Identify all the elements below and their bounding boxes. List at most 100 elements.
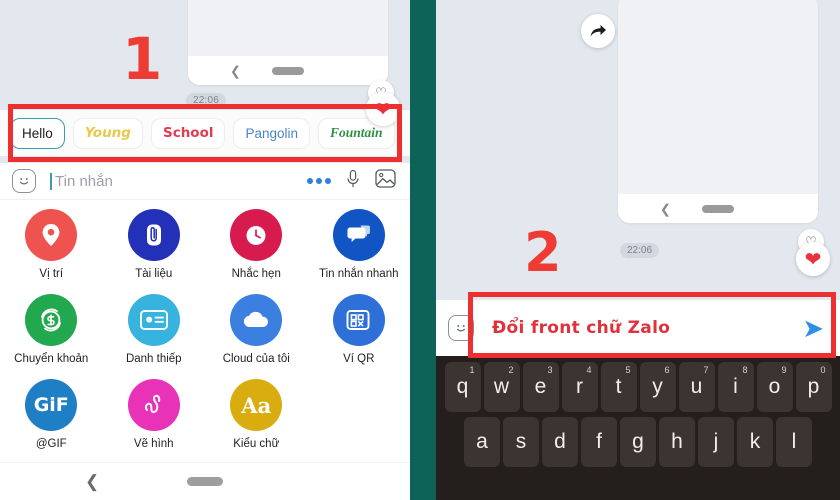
app-item-nhac-hen[interactable]: Nhắc hẹn [205, 204, 308, 289]
screenshot-root: ❮ 22:06 ♡ ❤ 1 Hello Young School Pangoli… [0, 0, 840, 500]
key-k[interactable]: k [737, 417, 773, 467]
key-label: y [652, 375, 663, 398]
font-chip-label: Hello [22, 125, 53, 141]
heart-filled-icon[interactable]: ❤ [366, 92, 400, 126]
app-item-vi-tri[interactable]: Vị trí [0, 204, 103, 289]
emoji-smiley-icon[interactable] [448, 315, 474, 341]
key-label: q [456, 375, 469, 398]
key-d[interactable]: d [542, 417, 578, 467]
font-chip-label: Young [84, 125, 131, 141]
app-item-vi-qr[interactable]: Ví QR [308, 289, 411, 374]
key-h[interactable]: h [659, 417, 695, 467]
input-bar-icons [307, 169, 396, 194]
key-label: o [768, 375, 781, 398]
annotation-marker-1: 1 [122, 25, 163, 93]
microphone-icon[interactable] [346, 169, 360, 194]
key-superscript: 1 [469, 365, 475, 375]
app-item-label: Cloud của tôi [222, 353, 290, 365]
app-item-tin-nhan-nhanh[interactable]: Tin nhắn nhanh [308, 204, 411, 289]
key-g[interactable]: g [620, 417, 656, 467]
key-o[interactable]: 9o [756, 362, 793, 412]
font-chip-hello[interactable]: Hello [10, 117, 65, 149]
send-arrow-icon[interactable]: ➤ [802, 315, 824, 341]
font-chip-strip: Hello Young School Pangolin Fountain [0, 110, 410, 156]
attachment-app-grid: Vị trí Tài liệu Nhắc hẹn Tin nhắn nhanh … [0, 200, 410, 462]
emoji-smiley-icon[interactable] [12, 169, 36, 193]
message-input-placeholder[interactable]: Tin nhắn [55, 173, 307, 190]
message-input-text[interactable]: Đổi front chữ Zalo [492, 318, 802, 338]
chevron-left-icon: ❮ [230, 63, 241, 78]
key-label: s [515, 430, 527, 453]
key-label: p [807, 375, 820, 398]
key-superscript: 0 [820, 365, 826, 375]
app-item-gif[interactable]: GiF @GIF [0, 374, 103, 459]
app-item-kieu-chu[interactable]: Aa Kiểu chữ [205, 374, 308, 459]
app-item-label: Ví QR [343, 353, 375, 365]
key-f[interactable]: f [581, 417, 617, 467]
font-chip-young[interactable]: Young [72, 117, 143, 149]
key-t[interactable]: 5t [600, 362, 637, 412]
key-r[interactable]: 4r [561, 362, 598, 412]
app-item-label: Vị trí [39, 268, 64, 280]
font-chip-pangolin[interactable]: Pangolin [233, 117, 311, 149]
app-item-label: Vẽ hình [133, 438, 174, 450]
left-image-message-bubble[interactable]: ❮ [188, 0, 388, 85]
key-label: e [534, 375, 547, 398]
left-message-timestamp: 22:06 [186, 93, 227, 108]
app-item-label: Danh thiếp [125, 353, 182, 365]
key-a[interactable]: a [464, 417, 500, 467]
right-image-message-bubble[interactable]: ❮ [618, 0, 818, 223]
image-picker-icon[interactable] [375, 169, 396, 193]
key-label: w [493, 375, 510, 398]
clock-reminder-icon [230, 209, 283, 261]
font-style-icon: Aa [230, 379, 283, 431]
home-pill-icon[interactable] [187, 477, 223, 486]
font-chip-school[interactable]: School [150, 117, 226, 149]
left-system-nav-bar: ❮ [0, 462, 410, 500]
qr-wallet-icon [332, 294, 385, 346]
key-label: f [596, 430, 602, 453]
key-superscript: 4 [586, 365, 592, 375]
font-chip-label: Fountain [330, 125, 383, 140]
key-superscript: 7 [703, 365, 709, 375]
cloud-icon [230, 294, 283, 346]
gif-icon: GiF [25, 379, 78, 431]
location-pin-icon [25, 209, 78, 261]
key-superscript: 5 [625, 365, 631, 375]
forward-arrow-icon[interactable] [581, 14, 615, 48]
app-item-empty [308, 374, 411, 459]
key-e[interactable]: 3e [522, 362, 559, 412]
more-dots-icon[interactable] [307, 178, 331, 184]
contact-card-icon [127, 294, 180, 346]
key-j[interactable]: j [698, 417, 734, 467]
app-item-chuyen-khoan[interactable]: Chuyển khoản [0, 289, 103, 374]
right-thumb-image [618, 0, 818, 194]
key-l[interactable]: l [776, 417, 812, 467]
text-caret [50, 172, 52, 190]
chevron-left-icon[interactable]: ❮ [85, 472, 99, 492]
app-item-tai-lieu[interactable]: Tài liệu [103, 204, 206, 289]
app-item-label: @GIF [35, 438, 67, 450]
paperclip-icon [127, 209, 180, 261]
key-i[interactable]: 8i [717, 362, 754, 412]
right-phone-panel: ❮ 22:06 ♡ ❤ 2 Đổi front chữ Zalo ➤ 1q [436, 0, 840, 500]
keyboard-row-2: a s d f g h j k l [438, 417, 838, 467]
key-u[interactable]: 7u [678, 362, 715, 412]
right-message-timestamp: 22:06 [620, 243, 660, 258]
app-item-ve-hinh[interactable]: Vẽ hình [103, 374, 206, 459]
heart-filled-icon[interactable]: ❤ [796, 242, 830, 276]
key-s[interactable]: s [503, 417, 539, 467]
key-y[interactable]: 6y [639, 362, 676, 412]
home-pill-icon [702, 204, 734, 213]
annotation-marker-2: 2 [524, 221, 562, 284]
key-label: k [749, 430, 761, 453]
key-label: d [554, 430, 566, 453]
key-w[interactable]: 2w [483, 362, 520, 412]
key-q[interactable]: 1q [444, 362, 481, 412]
key-superscript: 9 [781, 365, 787, 375]
app-item-label: Tin nhắn nhanh [318, 268, 399, 280]
app-item-danh-thiep[interactable]: Danh thiếp [103, 289, 206, 374]
app-item-cloud[interactable]: Cloud của tôi [205, 289, 308, 374]
key-p[interactable]: 0p [795, 362, 832, 412]
key-superscript: 2 [508, 365, 514, 375]
